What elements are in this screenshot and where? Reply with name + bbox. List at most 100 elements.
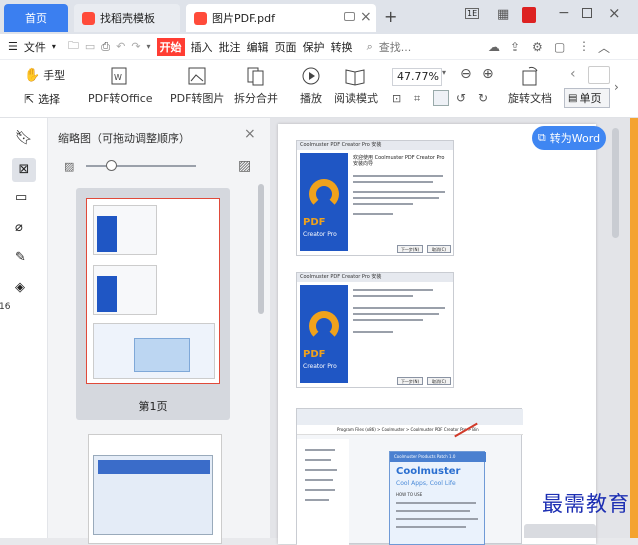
collapse-ribbon-icon[interactable]: ︿ [598, 39, 610, 56]
single-page-label: 单页 [579, 92, 602, 105]
bookmark-icon[interactable]: 🔖︎ [15, 130, 33, 148]
menu-annotate[interactable]: 批注 [219, 39, 241, 55]
pdf-to-image-button[interactable]: PDF转图片 [170, 66, 224, 106]
layers-icon[interactable]: ◈ [15, 280, 33, 298]
signature-icon[interactable]: ✎ [15, 250, 33, 268]
undo-icon[interactable]: ↶ [116, 40, 125, 53]
split-merge-icon [247, 67, 264, 86]
scroll-left-icon[interactable]: ‹ [570, 66, 576, 82]
grid-icon[interactable]: ▦ [497, 7, 509, 22]
page-nav-pill[interactable] [524, 524, 596, 538]
menu-insert[interactable]: 插入 [191, 39, 213, 55]
scroll-right-icon[interactable]: › [614, 80, 619, 94]
page-badge[interactable]: 1E [465, 8, 480, 19]
ribbon-toolbar: ✋ 手型 ⇱ 选择 W PDF转Office PDF转图片 拆分合并 播放 阅读… [0, 60, 638, 118]
hamburger-icon[interactable]: ☰ [8, 40, 18, 53]
comment-panel-icon[interactable]: ▭ [15, 190, 33, 208]
fit-width-icon[interactable] [433, 90, 449, 106]
pdf-to-image-label: PDF转图片 [170, 92, 225, 105]
welcome-text-1: 欢迎使用 Coolmuster PDF Creator Pro 安装向导 [353, 155, 445, 167]
maximize-icon[interactable] [582, 8, 592, 18]
new-tab-icon[interactable]: + [384, 7, 397, 26]
select-tool[interactable]: ⇱ 选择 [24, 91, 60, 107]
chevron-down-icon[interactable]: ▾ [147, 42, 151, 51]
tab-pdf[interactable]: 图片PDF.pdf × [186, 4, 376, 32]
actual-size-icon[interactable]: ⊡ [392, 92, 401, 105]
rotate-doc-button[interactable]: 旋转文档 [508, 66, 552, 106]
gear-icon[interactable]: ⚙ [532, 40, 543, 54]
thumbnail-size-slider[interactable] [86, 165, 196, 167]
chevron-down-icon[interactable]: ▾ [52, 42, 56, 51]
menu-file[interactable]: 文件 [24, 39, 46, 55]
thumbnail-scrollbar[interactable] [258, 184, 264, 314]
more-icon[interactable]: ⋮ [578, 39, 590, 53]
menu-bar: ☰ 文件 ▾ 🗀 ▭ ⎙ ↶ ↷ ▾ 开始 插入 批注 编辑 页面 保护 转换 … [0, 34, 638, 60]
search-icon[interactable]: ⌕ [367, 40, 373, 54]
cloud-icon[interactable]: ☁ [488, 40, 500, 54]
word-icon: ⧉ [537, 131, 546, 144]
zoom-in-icon[interactable]: ⊕ [482, 66, 494, 82]
zoom-input[interactable]: 47.77% [392, 68, 442, 86]
single-page-button[interactable]: ▤ 单页 [564, 88, 610, 108]
minimize-icon[interactable]: − [558, 5, 570, 21]
thumbnail-page-1[interactable]: 第1页 [76, 188, 230, 420]
share-icon[interactable]: ⇪ [510, 40, 520, 54]
play-icon [302, 67, 320, 85]
menu-start[interactable]: 开始 [156, 37, 185, 56]
explorer-ribbon [297, 409, 523, 425]
thumbnail-panel: 缩略图（可拖动调整顺序） × ▨ ▨ 第1页 [48, 118, 270, 544]
open-folder-icon[interactable]: 🗀 [68, 37, 79, 56]
rotate-right-icon[interactable]: ↻ [478, 91, 488, 105]
pdf-to-office-icon: W [111, 67, 127, 85]
monitor-icon[interactable] [344, 12, 355, 21]
cancel-button-2: 取消(C) [427, 377, 451, 385]
thumbnail-icon[interactable]: ⊠ [12, 158, 36, 182]
avatar[interactable] [522, 7, 536, 23]
zoom-out-icon[interactable]: ⊖ [460, 66, 472, 82]
large-image-icon[interactable]: ▨ [238, 158, 251, 174]
rotate-left-icon[interactable]: ↺ [456, 91, 466, 105]
fit-page-icon[interactable]: ⌗ [414, 92, 420, 106]
read-mode-button[interactable]: 阅读模式 [334, 66, 378, 106]
tab-pdf-label: 图片PDF.pdf [212, 12, 275, 25]
pdf-to-office-button[interactable]: W PDF转Office [88, 66, 153, 106]
close-window-icon[interactable]: × [608, 4, 621, 22]
pdf-to-image-icon [188, 67, 206, 85]
zoom-dropdown-icon[interactable]: ▾ [442, 68, 446, 77]
close-panel-icon[interactable]: × [244, 126, 256, 142]
play-button[interactable]: 播放 [300, 66, 322, 106]
select-tool-label: 选择 [38, 93, 61, 106]
read-mode-label: 阅读模式 [334, 92, 378, 105]
redo-icon[interactable]: ↷ [131, 40, 140, 53]
thumbnail-page-1-preview [86, 198, 220, 384]
thumbnail-page-2[interactable] [88, 434, 222, 544]
print-icon[interactable]: ⎙ [101, 40, 110, 54]
document-view: Coolmuster PDF Creator Pro 安装 PDF Creato… [270, 118, 638, 545]
document-scrollbar[interactable] [612, 128, 619, 238]
hand-tool[interactable]: ✋ 手型 [24, 67, 65, 83]
logo-pdf-2: PDF [303, 349, 326, 360]
menu-convert[interactable]: 转换 [331, 39, 353, 55]
tab-home-label: 首页 [25, 12, 47, 25]
coolmuster-brand: Coolmuster [396, 466, 461, 477]
close-tab-icon[interactable]: × [360, 9, 372, 25]
slider-handle[interactable] [106, 160, 117, 171]
tab-home[interactable]: 首页 [4, 4, 68, 32]
menu-page[interactable]: 页面 [275, 39, 297, 55]
small-image-icon[interactable]: ▨ [64, 160, 74, 173]
tab-template[interactable]: 找稻壳模板 [74, 4, 180, 32]
svg-text:W: W [114, 73, 122, 82]
explorer-screenshot: Program Files (x86) > Coolmuster > Coolm… [296, 408, 523, 545]
pdf-to-office-label: PDF转Office [88, 92, 153, 105]
convert-to-word-button[interactable]: ⧉ 转为Word [532, 126, 606, 150]
logo-ring-1 [309, 179, 339, 209]
search-input[interactable]: 查找... [379, 39, 412, 55]
split-merge-button[interactable]: 拆分合并 [234, 66, 278, 106]
layout-icon[interactable] [588, 66, 610, 84]
comment-icon[interactable]: ▢ [554, 40, 565, 54]
save-icon[interactable]: ▭ [85, 40, 95, 53]
page-edge-strip [630, 118, 638, 538]
menu-edit[interactable]: 编辑 [247, 39, 269, 55]
menu-protect[interactable]: 保护 [303, 39, 325, 55]
attachment-icon[interactable]: ⌀ [15, 220, 33, 238]
